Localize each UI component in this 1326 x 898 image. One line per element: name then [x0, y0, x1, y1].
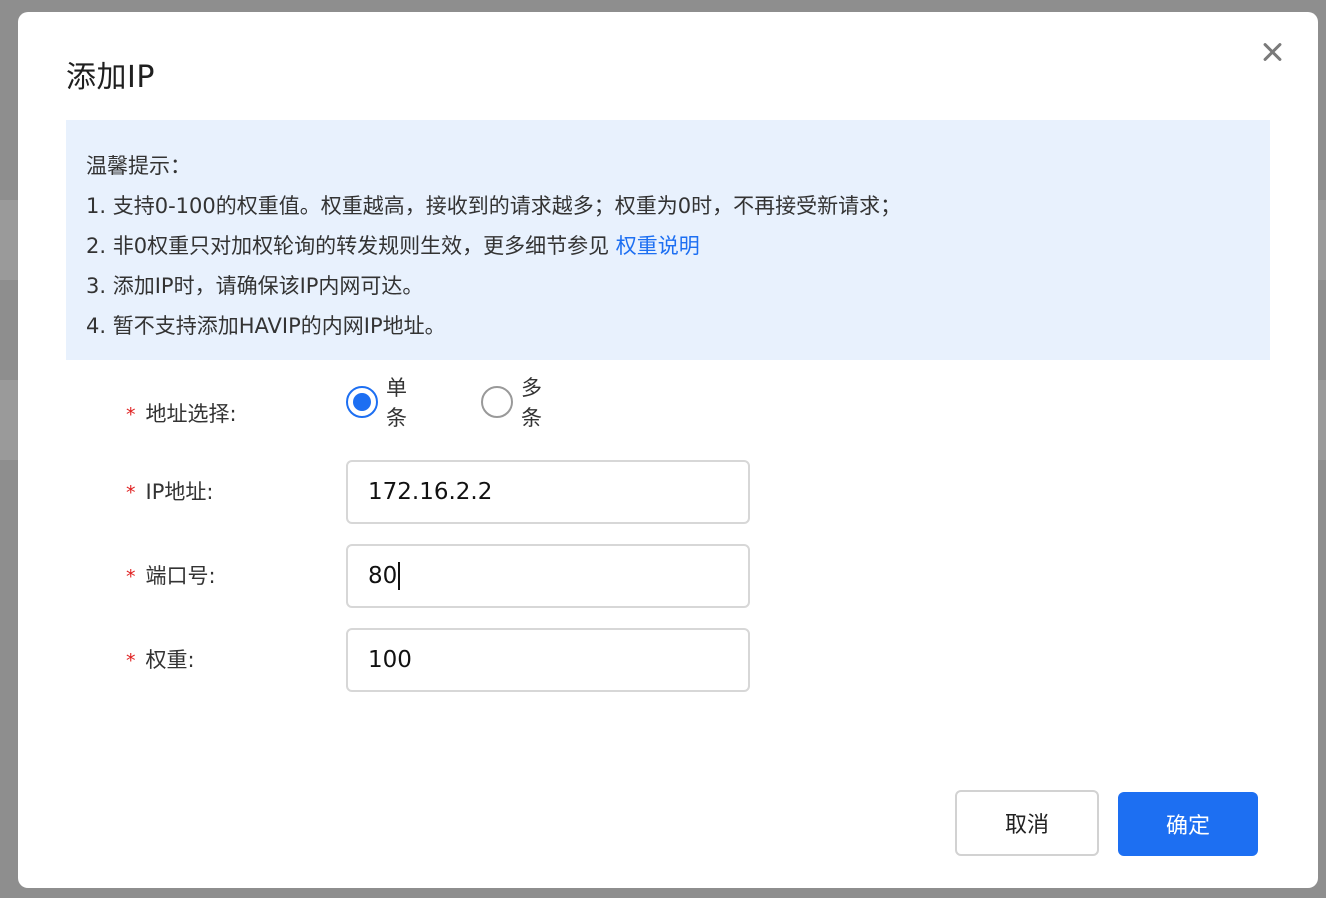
- ip-input-value: 172.16.2.2: [368, 479, 493, 505]
- address-mode-row: * 地址选择: 单条 多条: [18, 376, 1318, 450]
- required-mark: *: [126, 566, 136, 588]
- port-row: * 端口号: 80: [18, 544, 1318, 608]
- tip-line-2-text: 2. 非0权重只对加权轮询的转发规则生效，更多细节参见: [86, 234, 616, 258]
- ip-input[interactable]: 172.16.2.2: [346, 460, 750, 524]
- port-input[interactable]: 80: [346, 544, 750, 608]
- weight-row: * 权重: 100: [18, 628, 1318, 692]
- tip-line-3: 3. 添加IP时，请确保该IP内网可达。: [86, 274, 424, 298]
- tip-line-1: 1. 支持0-100的权重值。权重越高，接收到的请求越多；权重为0时，不再接受新…: [86, 194, 902, 218]
- radio-multiple-label: 多条: [521, 376, 542, 430]
- tip-box: 温馨提示： 1. 支持0-100的权重值。权重越高，接收到的请求越多；权重为0时…: [66, 120, 1270, 360]
- radio-single-label: 单条: [386, 376, 407, 430]
- port-label: * 端口号:: [126, 560, 216, 590]
- text-caret: [398, 562, 401, 590]
- weight-doc-link[interactable]: 权重说明: [616, 234, 700, 258]
- confirm-button[interactable]: 确定: [1118, 792, 1258, 856]
- dialog-title: 添加IP: [66, 60, 155, 95]
- radio-unchecked-icon: [481, 386, 513, 418]
- required-mark: *: [126, 650, 136, 672]
- weight-label: * 权重:: [126, 644, 195, 674]
- weight-input[interactable]: 100: [346, 628, 750, 692]
- address-mode-label-text: 地址选择:: [145, 402, 237, 426]
- tip-line-4: 4. 暂不支持添加HAVIP的内网IP地址。: [86, 314, 446, 338]
- add-ip-dialog: 添加IP 温馨提示： 1. 支持0-100的权重值。权重越高，接收到的请求越多；…: [18, 12, 1318, 888]
- required-mark: *: [126, 404, 136, 426]
- radio-single[interactable]: 单条: [346, 376, 407, 430]
- weight-input-value: 100: [368, 647, 412, 673]
- weight-label-text: 权重:: [145, 648, 195, 672]
- port-label-text: 端口号:: [145, 564, 216, 588]
- cancel-button[interactable]: 取消: [955, 790, 1099, 856]
- radio-multiple[interactable]: 多条: [481, 376, 542, 430]
- radio-checked-icon: [346, 386, 378, 418]
- ip-row: * IP地址: 172.16.2.2: [18, 460, 1318, 524]
- tip-heading: 温馨提示：: [86, 154, 191, 178]
- address-mode-label: * 地址选择:: [126, 398, 237, 428]
- close-icon[interactable]: [1256, 36, 1288, 68]
- required-mark: *: [126, 482, 136, 504]
- port-input-value: 80: [368, 563, 398, 589]
- tip-line-2: 2. 非0权重只对加权轮询的转发规则生效，更多细节参见 权重说明: [86, 226, 1250, 266]
- ip-label: * IP地址:: [126, 476, 213, 506]
- ip-label-text: IP地址:: [145, 480, 214, 504]
